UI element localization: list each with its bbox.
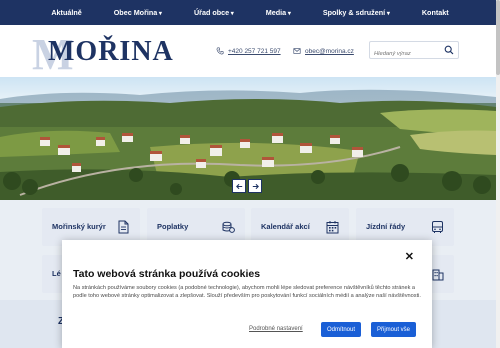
nav-item-media[interactable]: Media (250, 0, 307, 25)
tile-label: Jízdní řády (366, 222, 406, 231)
search-icon[interactable] (444, 45, 454, 55)
cookie-settings-link[interactable]: Podrobné nastavení (249, 326, 303, 332)
arrow-left-icon (235, 183, 242, 189)
scrollbar-thumb[interactable] (496, 0, 500, 75)
nav-item-aktualne[interactable]: Aktuálně (35, 0, 97, 25)
search-box (369, 41, 459, 62)
arrow-right-icon (252, 183, 259, 189)
email-link[interactable]: obec@morina.cz (293, 47, 354, 55)
site-logo[interactable]: MOŘINA (48, 36, 174, 68)
email-address: obec@morina.cz (305, 47, 354, 55)
tile-label: Kalendář akcí (261, 222, 310, 231)
nav-item-obec-morina[interactable]: Obec Mořina (98, 0, 178, 25)
nav-item-spolky[interactable]: Spolky & sdružení (307, 0, 406, 25)
tile-label: Poplatky (157, 222, 189, 231)
cookie-accept-all-button[interactable]: Přijmout vše (371, 322, 416, 337)
coins-icon (222, 221, 235, 233)
bus-icon (432, 221, 443, 233)
tile-label: Lé (52, 269, 61, 278)
building-icon (432, 269, 444, 281)
cookie-title: Tato webová stránka používá cookies (73, 268, 261, 280)
site-header: M MOŘINA +420 257 721 597 obec@morina.cz (0, 25, 500, 79)
close-icon[interactable]: ✕ (405, 252, 414, 263)
phone-icon (216, 47, 224, 55)
search-input[interactable] (370, 46, 440, 62)
nav-item-urad-obce[interactable]: Úřad obce (178, 0, 250, 25)
cookie-consent-dialog: ✕ Tato webová stránka používá cookies Na… (62, 240, 432, 348)
cookie-reject-button[interactable]: Odmítnout (321, 322, 361, 337)
document-icon (118, 220, 129, 234)
phone-link[interactable]: +420 257 721 597 (216, 47, 281, 55)
page-scrollbar[interactable] (496, 0, 500, 348)
nav-item-kontakt[interactable]: Kontakt (406, 0, 465, 25)
top-navigation: Aktuálně Obec Mořina Úřad obce Media Spo… (0, 0, 500, 25)
cookie-description: Na stránkách používáme soubory cookies (… (73, 285, 421, 300)
slider-prev-button[interactable] (232, 179, 246, 193)
mail-icon (293, 48, 301, 54)
calendar-icon (326, 221, 339, 234)
tile-label: Mořinský kurýr (52, 222, 106, 231)
phone-number: +420 257 721 597 (228, 47, 281, 55)
slider-next-button[interactable] (248, 179, 262, 193)
